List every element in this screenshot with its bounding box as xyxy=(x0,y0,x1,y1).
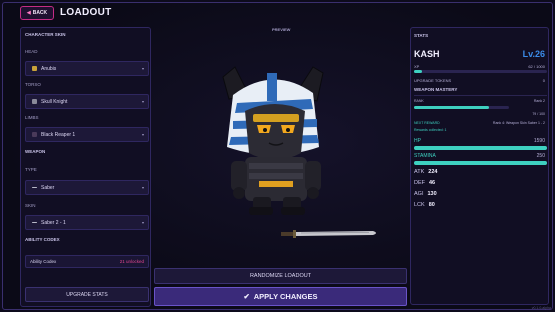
limbs-label: LIMBS xyxy=(25,115,39,120)
upgrade-label: UPGRADE STATS xyxy=(66,291,108,298)
lck-value: 80 xyxy=(428,202,435,208)
stamina-label: STAMINA xyxy=(414,153,436,159)
check-icon: ✔ xyxy=(243,292,250,301)
chevron-down-icon: ▾ xyxy=(141,220,144,225)
divider xyxy=(414,95,547,96)
apply-changes-button[interactable]: ✔ APPLY CHANGES xyxy=(154,287,407,306)
preview-label: PREVIEW xyxy=(272,27,291,32)
back-label: BACK xyxy=(32,10,48,16)
weapon-skin-value: Saber 2 - 1 xyxy=(41,219,66,226)
rewards-collected: Rewards collected: 1 xyxy=(414,128,447,132)
page-title: LOADOUT xyxy=(60,7,112,18)
ability-codex-button[interactable]: Ability Codex 21 unlocked xyxy=(25,255,149,268)
xp-value: 62 / 1000 xyxy=(528,64,545,69)
rank-bar xyxy=(414,106,509,109)
tokens-value: 0 xyxy=(542,78,545,83)
head-skin-icon xyxy=(32,66,37,71)
saber-icon xyxy=(32,187,37,188)
agi-stat: AGI 130 xyxy=(414,191,437,197)
head-label: HEAD xyxy=(25,49,38,54)
skin-section-title: CHARACTER SKIN xyxy=(25,32,66,37)
mastery-section-title: WEAPON MASTERY xyxy=(414,87,458,92)
weapon-skin-select[interactable]: Saber 2 - 1 ▾ xyxy=(25,215,149,230)
stats-section-title: STATS xyxy=(414,33,429,38)
weapon-section-title: WEAPON xyxy=(25,149,46,154)
apply-label: APPLY CHANGES xyxy=(253,292,318,301)
torso-label: TORSO xyxy=(25,82,41,87)
character-level: Lv.26 xyxy=(522,49,545,59)
agi-label: AGI xyxy=(414,191,424,197)
xp-bar xyxy=(414,70,547,73)
character-preview xyxy=(155,37,405,262)
torso-skin-icon xyxy=(32,99,37,104)
saber-icon xyxy=(32,222,37,223)
saber-weapon xyxy=(281,230,376,238)
limbs-value: Black Reaper 1 xyxy=(41,131,76,138)
agi-value: 130 xyxy=(427,191,437,197)
chevron-down-icon: ▾ xyxy=(141,99,144,104)
lck-label: LCK xyxy=(414,202,425,208)
randomize-loadout-button[interactable]: RANDOMIZE LOADOUT xyxy=(154,268,407,284)
chevron-down-icon: ▾ xyxy=(141,66,144,71)
chevron-down-icon: ▾ xyxy=(141,132,144,137)
head-value: Anubis xyxy=(41,65,57,72)
def-stat: DEF 46 xyxy=(414,180,435,186)
atk-label: ATK xyxy=(414,169,425,175)
rank-progress: 79 / 100 xyxy=(532,112,545,116)
hp-label: HP xyxy=(414,138,421,144)
stamina-bar-fill xyxy=(414,161,547,165)
torso-select[interactable]: Skull Knight ▾ xyxy=(25,94,149,109)
randomize-label: RANDOMIZE LOADOUT xyxy=(249,273,312,279)
limbs-select[interactable]: Black Reaper 1 ▾ xyxy=(25,127,149,142)
next-reward-value: Rank 4: Weapon Skin Saber 1 - 2 xyxy=(492,121,545,125)
stats-panel: STATS KASH Lv.26 XP 62 / 1000 UPGRADE TO… xyxy=(410,27,549,305)
hp-bar-fill xyxy=(414,146,547,150)
next-reward-label: NEXT REWARD xyxy=(414,121,440,125)
atk-value: 224 xyxy=(428,169,438,175)
limbs-skin-icon xyxy=(32,132,37,137)
hp-value: 1590 xyxy=(533,138,545,144)
rank-value: Rank 2 xyxy=(533,99,545,103)
codex-label: Ability Codex xyxy=(30,259,57,264)
lck-stat: LCK 80 xyxy=(414,202,435,208)
rank-label: RANK xyxy=(414,99,424,103)
version-label: v0.1.0-alpha xyxy=(531,306,551,310)
stamina-value: 250 xyxy=(536,153,545,159)
codex-section-title: ABILITY CODEX xyxy=(25,237,60,242)
weapon-type-value: Saber xyxy=(41,184,55,191)
xp-bar-fill xyxy=(414,70,423,73)
tokens-label: UPGRADE TOKENS xyxy=(414,78,452,83)
back-button[interactable]: ◀ BACK xyxy=(20,6,54,20)
def-label: DEF xyxy=(414,180,425,186)
atk-stat: ATK 224 xyxy=(414,169,437,175)
def-value: 46 xyxy=(429,180,436,186)
character-name: KASH xyxy=(414,49,440,59)
weapon-type-label: TYPE xyxy=(25,167,37,172)
xp-label: XP xyxy=(414,64,420,69)
hp-bar xyxy=(414,146,547,150)
weapon-type-select[interactable]: Saber ▾ xyxy=(25,180,149,195)
stamina-bar xyxy=(414,161,547,165)
upgrade-stats-button[interactable]: UPGRADE STATS xyxy=(25,287,149,302)
character-sprite xyxy=(222,66,376,238)
weapon-skin-label: SKIN xyxy=(25,203,36,208)
rank-bar-fill xyxy=(414,106,490,109)
head-select[interactable]: Anubis ▾ xyxy=(25,61,149,76)
back-arrow-icon: ◀ xyxy=(26,10,31,16)
codex-count: 21 unlocked xyxy=(119,259,144,264)
loadout-panel: CHARACTER SKIN HEAD Anubis ▾ TORSO Skull… xyxy=(20,27,151,307)
torso-value: Skull Knight xyxy=(41,98,68,105)
chevron-down-icon: ▾ xyxy=(141,185,144,190)
